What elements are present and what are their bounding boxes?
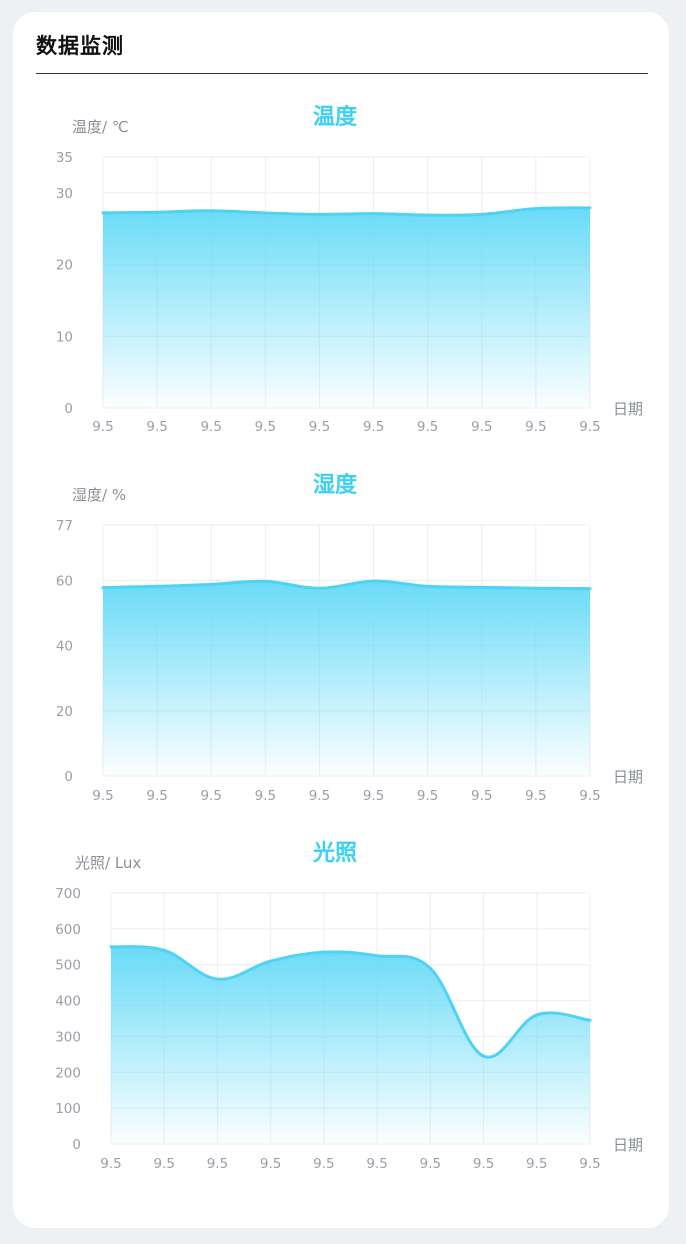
x-tick-label: 9.5: [153, 1156, 174, 1172]
x-tick-label: 9.5: [363, 788, 384, 804]
x-tick-label: 9.5: [417, 419, 438, 435]
x-tick-label: 9.5: [200, 419, 221, 435]
x-tick-label: 9.5: [579, 788, 600, 804]
y-tick-label: 35: [56, 150, 73, 166]
y-axis-label: 温度/ ℃: [72, 118, 129, 136]
y-tick-label: 200: [55, 1065, 81, 1081]
series-area: [103, 581, 590, 776]
y-tick-label: 0: [72, 1137, 81, 1153]
x-tick-label: 9.5: [92, 788, 113, 804]
y-tick-label: 600: [55, 922, 81, 938]
x-tick-label: 9.5: [363, 419, 384, 435]
x-tick-label: 9.5: [146, 788, 167, 804]
x-tick-label: 9.5: [471, 788, 492, 804]
x-tick-label: 9.5: [100, 1156, 121, 1172]
x-tick-label: 9.5: [417, 788, 438, 804]
x-tick-label: 9.5: [207, 1156, 228, 1172]
x-tick-label: 9.5: [473, 1156, 494, 1172]
y-tick-label: 60: [56, 573, 73, 589]
x-tick-label: 9.5: [579, 1156, 600, 1172]
x-axis-label: 日期: [613, 400, 643, 418]
y-tick-label: 10: [56, 329, 73, 345]
charts-canvas: 温度温度/ ℃ 0 10 20 30 35 9.5 9.5 9.5 9.5 9.5 9.5 9.5 9.5…: [55, 104, 643, 1172]
x-tick-label: 9.5: [200, 788, 221, 804]
x-tick-label: 9.5: [366, 1156, 387, 1172]
x-tick-label: 9.5: [525, 419, 546, 435]
x-tick-label: 9.5: [526, 1156, 547, 1172]
x-tick-label: 9.5: [260, 1156, 281, 1172]
y-axis-label: 光照/ Lux: [75, 854, 141, 872]
chart-title: 温度: [313, 104, 358, 130]
y-tick-label: 30: [56, 186, 73, 202]
x-tick-label: 9.5: [525, 788, 546, 804]
y-tick-label: 700: [55, 886, 81, 902]
y-tick-label: 20: [56, 704, 73, 720]
y-tick-label: 0: [64, 769, 73, 785]
y-tick-label: 100: [55, 1101, 81, 1117]
x-tick-label: 9.5: [309, 788, 330, 804]
x-axis-label: 日期: [613, 768, 643, 786]
y-tick-label: 0: [64, 401, 73, 417]
series-area: [103, 207, 590, 408]
y-tick-label: 400: [55, 994, 81, 1010]
y-tick-label: 500: [55, 958, 81, 974]
x-tick-label: 9.5: [471, 419, 492, 435]
x-axis-label: 日期: [613, 1136, 643, 1154]
temperature-chart: 温度温度/ ℃ 0 10 20 30 35 9.5 9.5 9.5 9.5 9.5 9.5 9.5 9.5…: [56, 104, 643, 435]
series-area: [111, 946, 590, 1144]
chart-title: 光照: [312, 841, 357, 866]
x-tick-label: 9.5: [420, 1156, 441, 1172]
x-tick-label: 9.5: [579, 419, 600, 435]
y-axis-label: 湿度/ %: [72, 486, 126, 504]
x-tick-label: 9.5: [313, 1156, 334, 1172]
x-tick-label: 9.5: [92, 419, 113, 435]
humidity-chart: 湿度湿度/ % 0 20 40 60 77 9.5 9.5 9.5 9.5 9.5 9.5 9.5 9.5…: [56, 472, 643, 804]
chart-title: 湿度: [313, 472, 358, 498]
x-tick-label: 9.5: [309, 419, 330, 435]
x-tick-label: 9.5: [255, 788, 276, 804]
x-tick-label: 9.5: [255, 419, 276, 435]
y-tick-label: 40: [56, 639, 73, 655]
y-tick-label: 77: [56, 518, 73, 534]
y-tick-label: 300: [55, 1029, 81, 1045]
y-tick-label: 20: [56, 258, 73, 274]
x-tick-label: 9.5: [146, 419, 167, 435]
illuminance-chart: 光照光照/ Lux 0 100 200 300 400 500 600 700 9.5 9.5 9.5…: [55, 841, 643, 1172]
